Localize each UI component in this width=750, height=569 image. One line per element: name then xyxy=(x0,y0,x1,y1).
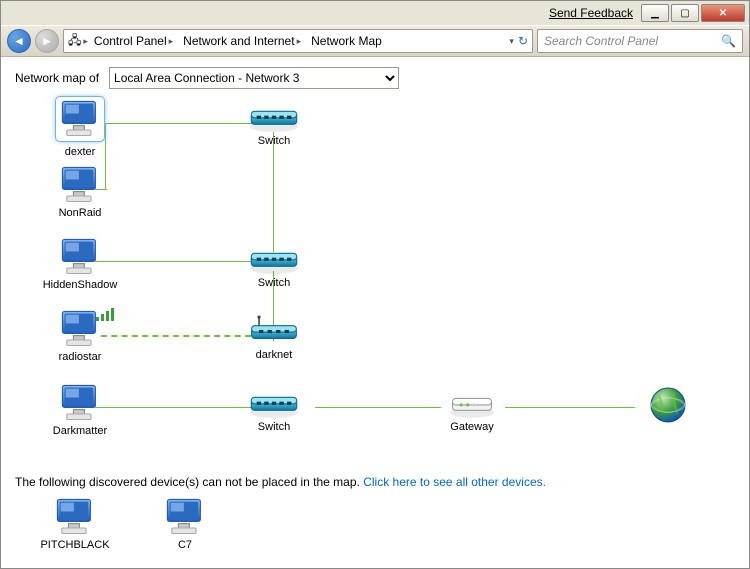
network-select[interactable]: Local Area Connection - Network 3 xyxy=(109,67,399,89)
refresh-icon[interactable]: ↻ xyxy=(518,34,528,48)
globe-icon xyxy=(648,385,688,425)
network-map-canvas: dexter NonRaid HiddenShadow radiostar Da… xyxy=(15,97,735,457)
chevron-right-icon: ▸ xyxy=(83,36,88,47)
node-switch-2[interactable]: Switch xyxy=(229,249,319,289)
node-switch-3[interactable]: Switch xyxy=(229,393,319,433)
search-placeholder: Search Control Panel xyxy=(544,34,658,48)
send-feedback-link[interactable]: Send Feedback xyxy=(549,6,633,20)
network-map-window: Send Feedback ◄ ► 🖧 ▸ Control Panel ▸ Ne… xyxy=(0,0,750,569)
node-label: Switch xyxy=(229,421,319,433)
connection-line xyxy=(315,407,441,408)
node-label: Switch xyxy=(229,135,319,147)
node-internet[interactable] xyxy=(623,385,713,427)
node-label: Darkmatter xyxy=(35,425,125,437)
breadcrumb-label: Network Map xyxy=(311,34,382,48)
navigation-bar: ◄ ► 🖧 ▸ Control Panel ▸ Network and Inte… xyxy=(1,25,749,57)
address-bar[interactable]: 🖧 ▸ Control Panel ▸ Network and Internet… xyxy=(63,29,533,53)
breadcrumb-network-map[interactable]: Network Map xyxy=(307,30,386,52)
search-input[interactable]: Search Control Panel 🔍 xyxy=(537,29,743,53)
switch-icon xyxy=(248,107,300,133)
node-dexter[interactable]: dexter xyxy=(35,97,125,158)
node-darknet[interactable]: darknet xyxy=(229,315,319,361)
computer-icon xyxy=(58,383,102,423)
node-pitchblack[interactable]: PITCHBLACK xyxy=(35,497,115,551)
forward-button[interactable]: ► xyxy=(35,29,59,53)
search-icon: 🔍 xyxy=(721,34,736,48)
chevron-right-icon: ▸ xyxy=(297,36,302,47)
chevron-down-icon[interactable]: ▾ xyxy=(509,36,514,47)
minimize-button[interactable] xyxy=(641,4,669,22)
titlebar: Send Feedback xyxy=(1,1,749,25)
computer-icon xyxy=(58,237,102,277)
unplaced-devices-message: The following discovered device(s) can n… xyxy=(15,475,735,489)
node-label: HiddenShadow xyxy=(35,279,125,291)
node-label: Switch xyxy=(229,277,319,289)
computer-icon xyxy=(58,165,102,205)
node-darkmatter[interactable]: Darkmatter xyxy=(35,383,125,437)
chevron-right-icon: ▸ xyxy=(169,36,174,47)
connection-line xyxy=(273,132,274,252)
node-radiostar[interactable]: radiostar xyxy=(35,309,125,363)
back-button[interactable]: ◄ xyxy=(7,29,31,53)
node-label: C7 xyxy=(145,539,225,551)
breadcrumb-label: Control Panel xyxy=(94,34,167,48)
breadcrumb-label: Network and Internet xyxy=(183,34,294,48)
node-switch-1[interactable]: Switch xyxy=(229,107,319,147)
switch-icon xyxy=(248,393,300,419)
filter-label: Network map of xyxy=(15,71,99,85)
switch-icon xyxy=(248,249,300,275)
node-label: Gateway xyxy=(427,421,517,433)
window-controls xyxy=(641,4,745,22)
unplaced-devices-list: PITCHBLACK C7 xyxy=(15,497,735,551)
see-all-devices-link[interactable]: Click here to see all other devices. xyxy=(363,475,546,489)
network-icon: 🖧 xyxy=(68,31,81,52)
node-gateway[interactable]: Gateway xyxy=(427,393,517,433)
node-c7[interactable]: C7 xyxy=(145,497,225,551)
router-icon xyxy=(248,315,300,347)
computer-icon xyxy=(53,497,97,537)
breadcrumb-network-internet[interactable]: Network and Internet ▸ xyxy=(179,30,305,52)
content-area: Network map of Local Area Connection - N… xyxy=(1,57,749,568)
close-button[interactable] xyxy=(701,4,745,22)
wifi-signal-icon xyxy=(96,307,116,323)
connection-line xyxy=(505,407,635,408)
node-label: dexter xyxy=(35,146,125,158)
computer-icon xyxy=(58,99,102,139)
network-filter-row: Network map of Local Area Connection - N… xyxy=(15,67,735,89)
node-label: darknet xyxy=(229,349,319,361)
computer-icon xyxy=(163,497,207,537)
gateway-icon xyxy=(446,393,498,419)
node-nonraid[interactable]: NonRaid xyxy=(35,165,125,219)
node-hiddenshadow[interactable]: HiddenShadow xyxy=(35,237,125,291)
message-text: The following discovered device(s) can n… xyxy=(15,475,363,489)
node-label: NonRaid xyxy=(35,207,125,219)
node-label: PITCHBLACK xyxy=(35,539,115,551)
node-label: radiostar xyxy=(35,351,125,363)
maximize-button[interactable] xyxy=(671,4,699,22)
breadcrumb-control-panel[interactable]: Control Panel ▸ xyxy=(90,30,177,52)
